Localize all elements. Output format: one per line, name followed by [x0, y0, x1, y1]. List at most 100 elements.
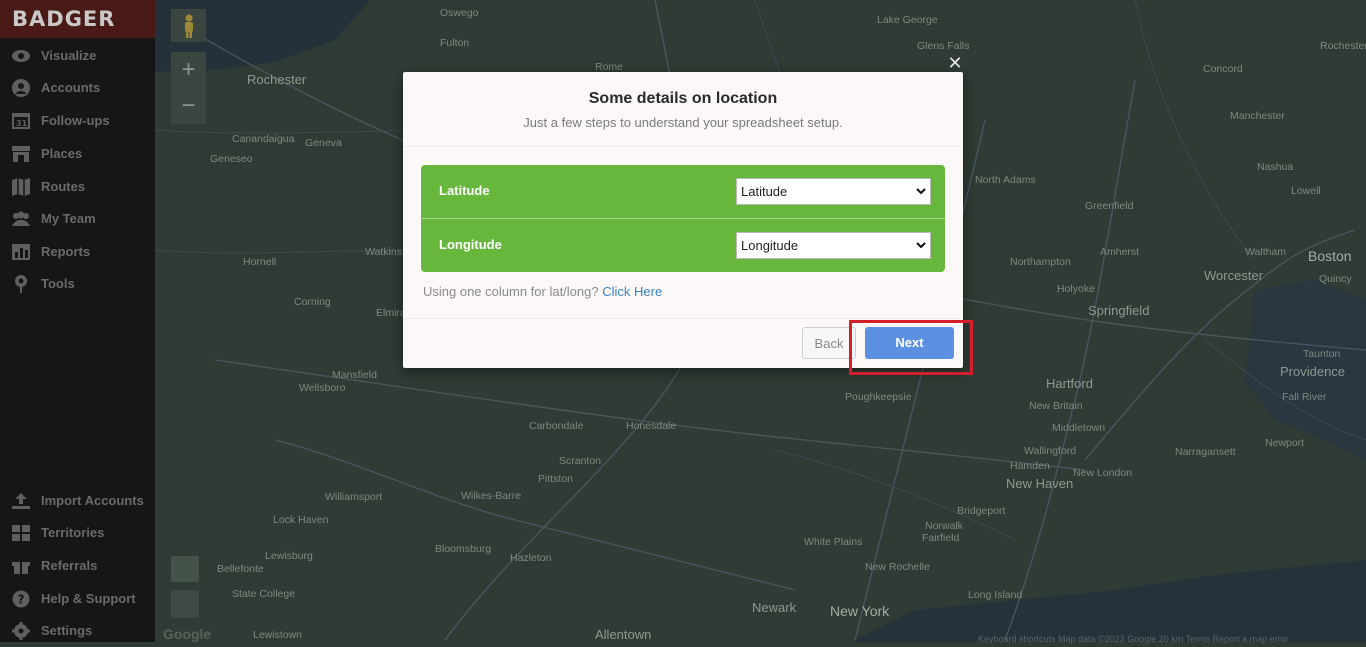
sidebar-item-label: Tools: [41, 276, 75, 291]
map-label: Geneseo: [210, 153, 253, 165]
sidebar-item-help-support[interactable]: ? Help & Support: [0, 583, 155, 615]
map-label: New Rochelle: [865, 561, 930, 573]
map-label: Newark: [752, 600, 797, 615]
map-label: Long Island: [968, 589, 1023, 601]
map-label: New Britain: [1029, 400, 1083, 412]
sidebar-item-places[interactable]: Places: [0, 138, 155, 170]
map-label: Worcester: [1204, 268, 1263, 283]
map-label: Carbondale: [529, 420, 584, 432]
click-here-link[interactable]: Click Here: [602, 284, 662, 299]
sidebar-item-label: Accounts: [41, 80, 101, 95]
sidebar-item-referrals[interactable]: Referrals: [0, 550, 155, 582]
map-label: Middletown: [1052, 422, 1106, 434]
locate-button[interactable]: [171, 590, 199, 618]
svg-text:31: 31: [16, 119, 28, 128]
sidebar-item-visualize[interactable]: Visualize: [0, 40, 155, 72]
pin-icon: [15, 275, 27, 293]
longitude-select[interactable]: Longitude: [736, 232, 931, 259]
map-label: Rochester: [1320, 40, 1366, 52]
modal-subtitle: Just a few steps to understand your spre…: [523, 115, 843, 130]
map-label: Bloomsburg: [435, 543, 492, 555]
sidebar-item-follow-ups[interactable]: 31 Follow-ups: [0, 105, 155, 137]
svg-text:?: ?: [18, 593, 25, 607]
sidebar-item-my-team[interactable]: My Team: [0, 203, 155, 235]
upload-icon: [12, 493, 30, 509]
map-label: Wilkes-Barre: [461, 490, 522, 502]
calendar-icon: 31: [12, 113, 30, 129]
map-label: Manchester: [1230, 110, 1285, 122]
back-button[interactable]: Back: [802, 327, 856, 359]
map-icon: [12, 178, 30, 196]
map-label: Norwalk: [925, 520, 963, 532]
map-label: Amherst: [1100, 246, 1140, 258]
map-label: State College: [232, 588, 296, 600]
sidebar-item-settings[interactable]: Settings: [0, 615, 155, 647]
map-label: Northampton: [1010, 256, 1071, 268]
sidebar: BADGER Visualize Accounts 31 Follow-ups …: [0, 0, 155, 642]
map-label: Corning: [294, 296, 331, 308]
map-label: Lowell: [1291, 185, 1321, 197]
sidebar-item-routes[interactable]: Routes: [0, 171, 155, 203]
map-label: Fairfield: [922, 532, 960, 544]
single-column-hint: Using one column for lat/long? Click Her…: [423, 284, 662, 299]
map-label: Oswego: [440, 7, 479, 19]
map-label: Taunton: [1303, 348, 1341, 360]
sidebar-item-label: Referrals: [41, 558, 98, 573]
street-view-pegman-icon[interactable]: [171, 9, 206, 42]
gift-icon: [12, 560, 30, 574]
map-label: Pittston: [538, 473, 574, 485]
map-label: Williamsport: [325, 491, 383, 503]
map-label: Fall River: [1282, 391, 1327, 403]
app-logo[interactable]: BADGER: [0, 0, 155, 38]
map-label: Canandaigua: [232, 133, 295, 145]
map-label: Lake George: [877, 14, 938, 26]
map-label: New Haven: [1006, 476, 1074, 491]
sidebar-item-accounts[interactable]: Accounts: [0, 72, 155, 104]
map-label: Hornell: [243, 256, 277, 268]
map-label: Lewisburg: [265, 550, 313, 562]
map-label: Springfield: [1088, 303, 1150, 318]
sidebar-item-label: Help & Support: [41, 591, 136, 606]
map-label: Hazleton: [510, 552, 552, 564]
chevron-down-icon: [916, 242, 926, 249]
close-icon[interactable]: ✕: [945, 53, 965, 73]
zoom-in-button[interactable]: +: [171, 52, 206, 88]
map-label: Waltham: [1245, 246, 1287, 258]
sidebar-item-tools[interactable]: Tools: [0, 268, 155, 300]
sidebar-item-import-accounts[interactable]: Import Accounts: [0, 485, 155, 517]
map-label: North Adams: [975, 174, 1036, 186]
map-label: New London: [1073, 467, 1132, 479]
map-layer-toggle[interactable]: [171, 556, 199, 582]
map-label: Geneva: [305, 137, 342, 149]
map-label: Honesdale: [626, 420, 677, 432]
latitude-select[interactable]: Latitude: [736, 178, 931, 205]
chevron-down-icon: [916, 188, 926, 195]
sidebar-item-label: Visualize: [41, 48, 97, 63]
map-label: New York: [830, 603, 890, 619]
map-label: Boston: [1308, 248, 1352, 264]
map-label: Poughkeepsie: [845, 391, 912, 403]
map-label: Allentown: [595, 627, 652, 642]
longitude-label: Longitude: [439, 237, 502, 252]
sidebar-item-label: Settings: [41, 623, 93, 638]
map-label: White Plains: [804, 536, 863, 548]
map-label: Newport: [1265, 437, 1305, 449]
sidebar-item-label: Follow-ups: [41, 113, 110, 128]
sidebar-item-reports[interactable]: Reports: [0, 236, 155, 268]
map-label: Greenfield: [1085, 200, 1134, 212]
map-label: Elmira: [376, 307, 406, 319]
map-label: Quincy: [1319, 273, 1352, 285]
map-label: Bridgeport: [957, 505, 1006, 517]
map-label: Glens Falls: [917, 40, 970, 52]
user-icon: [12, 79, 30, 97]
map-label: Providence: [1280, 364, 1346, 379]
next-button-highlight: [849, 320, 973, 375]
map-label: Holyoke: [1057, 283, 1095, 295]
map-label: Lewistown: [253, 629, 303, 641]
sidebar-item-label: Territories: [41, 525, 105, 540]
map-label: Wallingford: [1024, 445, 1077, 457]
sidebar-item-territories[interactable]: Territories: [0, 517, 155, 549]
map-label: Lock Haven: [273, 514, 329, 526]
zoom-out-button[interactable]: −: [171, 88, 206, 124]
latitude-label: Latitude: [439, 183, 490, 198]
